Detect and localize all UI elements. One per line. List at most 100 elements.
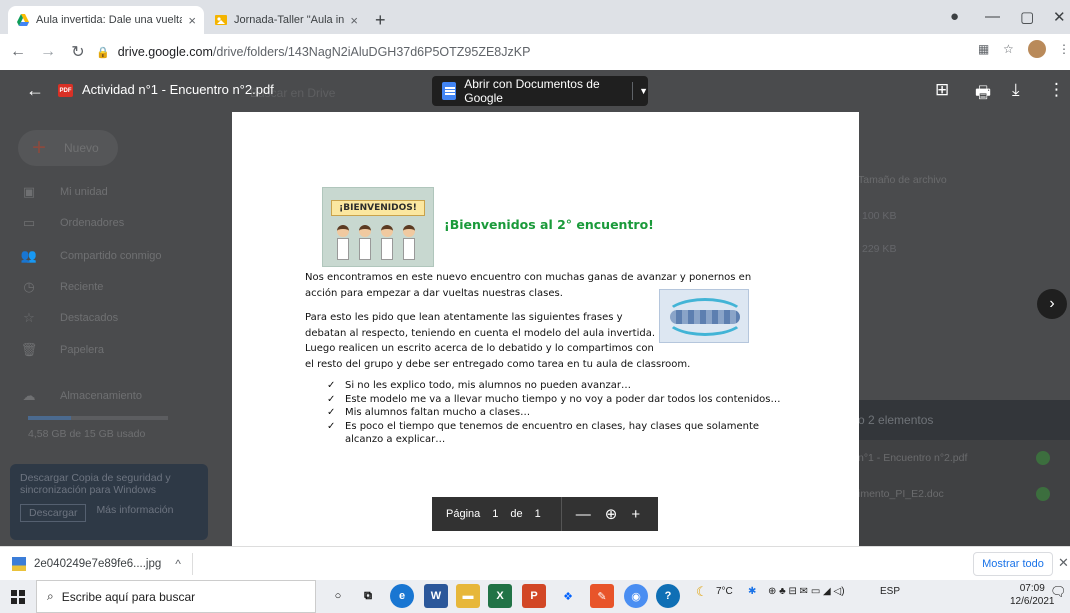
divider	[192, 553, 193, 575]
search-placeholder: Escribe aquí para buscar	[61, 589, 196, 604]
image-file-icon	[12, 556, 26, 571]
bullet-text: Es poco el tiempo que tenemos de encuent…	[345, 420, 760, 432]
upload-item-name: n°1 - Encuentro n°2.pdf	[858, 452, 968, 464]
notifications-icon[interactable]: 🗨	[1050, 584, 1067, 600]
tab-jornada-taller[interactable]: Jornada-Taller "Aula invertida: De ×	[206, 6, 366, 34]
storage-bar-fill	[28, 416, 72, 420]
tab-close-icon[interactable]: ×	[188, 13, 196, 28]
weather-moon-icon[interactable]: ☾	[696, 584, 708, 600]
new-tab-button[interactable]: +	[375, 10, 386, 31]
excel-icon[interactable]: X	[488, 584, 512, 608]
sidebar-item-label: Almacenamiento	[60, 390, 142, 402]
show-all-downloads-button[interactable]: Mostrar todo	[973, 552, 1053, 576]
page-current[interactable]: 1	[492, 508, 498, 520]
tab-close-icon[interactable]: ×	[350, 13, 358, 28]
temperature: 7°C	[716, 586, 733, 597]
viewer-back-icon[interactable]: ←	[26, 80, 44, 101]
maximize-button[interactable]: ▢	[1020, 8, 1034, 26]
open-with-button[interactable]: Abrir con Documentos de Google ▼	[432, 76, 648, 106]
download-shelf: 2e040249e7e89fe6....jpg ^ Mostrar todo ✕	[0, 546, 1070, 580]
download-file-name[interactable]: 2e040249e7e89fe6....jpg	[34, 558, 161, 570]
taskbar-search-input[interactable]: ⌕ Escribe aquí para buscar	[36, 580, 316, 613]
word-icon[interactable]: W	[424, 584, 448, 608]
tab-title: Aula invertida: Dale una vuelta a	[36, 14, 183, 26]
sidebar-item-label: Papelera	[60, 344, 105, 356]
edge-icon[interactable]: e	[390, 584, 414, 608]
sidebar-item-destacados: ☆ Destacados	[20, 310, 118, 326]
add-to-drive-icon[interactable]: ⊞	[935, 80, 949, 100]
dropdown-caret-icon[interactable]: ▼	[639, 86, 648, 96]
bookmark-star-icon[interactable]: ☆	[1003, 42, 1014, 56]
check-icon: ✓	[327, 393, 336, 405]
check-circle-icon	[1036, 451, 1050, 465]
download-icon[interactable]: ⤓	[1012, 80, 1020, 100]
welcome-illustration: ¡BIENVENIDOS!	[322, 187, 434, 267]
zoom-icon[interactable]: ⊕	[605, 505, 618, 523]
storage-bar	[28, 416, 168, 420]
dropbox-icon[interactable]: ❖	[556, 584, 580, 608]
url-host: drive.google.com	[117, 45, 213, 59]
system-tray-icons[interactable]: ⊕ ♣ ⊟ ✉ ▭ ◢ ◁)	[768, 586, 845, 597]
welcome-banner: ¡BIENVENIDOS!	[331, 200, 425, 216]
page-total: 1	[534, 508, 541, 520]
promo-more-info-link: Más información	[96, 504, 174, 516]
sidebar-item-label: Mi unidad	[60, 186, 108, 198]
zoom-out-button[interactable]: —	[576, 506, 591, 523]
tab-aula-invertida[interactable]: Aula invertida: Dale una vuelta a ×	[8, 6, 204, 34]
close-window-button[interactable]: ✕	[1053, 8, 1066, 26]
profile-dot-icon[interactable]: ●	[950, 8, 959, 25]
menu-kebab-icon[interactable]: ⋮	[1058, 42, 1070, 56]
powerpoint-icon[interactable]: P	[522, 584, 546, 608]
browser-toolbar: ← → ↻ 🔒 drive.google.com /drive/folders/…	[0, 34, 1070, 70]
paragraph-instructions: Para esto les pido que lean atentamente …	[305, 310, 690, 372]
plus-icon: +	[32, 134, 47, 161]
sidebar-item-label: Destacados	[60, 312, 119, 324]
clock[interactable]: 07:09 12/6/2021	[1010, 582, 1055, 608]
close-shelf-icon[interactable]: ✕	[1058, 555, 1069, 571]
sidebar-item-mi-unidad: ▣ Mi unidad	[20, 184, 108, 200]
windows-start-button[interactable]	[0, 580, 36, 613]
paragraph-line: Nos encontramos en este nuevo encuentro …	[305, 272, 752, 283]
avatar[interactable]	[1028, 40, 1046, 58]
check-icon: ✓	[327, 380, 336, 391]
forward-icon[interactable]: →	[36, 43, 60, 61]
file-size: 229 KB	[862, 243, 897, 255]
person-figure	[337, 225, 349, 260]
file-explorer-icon[interactable]: ▬	[456, 584, 480, 608]
star-icon: ☆	[23, 310, 35, 325]
minimize-button[interactable]: —	[985, 8, 1000, 25]
person-figure	[403, 225, 415, 260]
chevron-up-icon[interactable]: ^	[175, 557, 181, 571]
clock-date: 12/6/2021	[1010, 596, 1055, 607]
people-icon: 👥	[20, 248, 38, 263]
more-options-icon[interactable]: ⋮	[1048, 80, 1065, 100]
print-icon[interactable]: 🖶	[975, 80, 991, 109]
bullet-text: Si no les explico todo, mis alumnos no p…	[345, 380, 631, 391]
next-file-button[interactable]: ›	[1037, 289, 1067, 319]
google-docs-icon	[442, 82, 457, 100]
google-drive-icon	[17, 14, 29, 26]
person-figure	[359, 225, 371, 260]
sidebar-item-ordenadores: ▭ Ordenadores	[20, 215, 124, 231]
bullet-item: ✓ Es poco el tiempo que tenemos de encuen…	[327, 420, 787, 434]
task-view-icon[interactable]: ⧉	[356, 584, 380, 608]
bluetooth-icon[interactable]: ✱	[748, 586, 756, 597]
bullet-text: alcanzo a explicar…	[345, 434, 446, 446]
backup-promo: Descargar Copia de seguridad y sincroniz…	[10, 464, 208, 540]
paint-icon[interactable]: ✎	[590, 584, 614, 608]
help-icon[interactable]: ?	[656, 584, 680, 608]
address-bar[interactable]: 🔒 drive.google.com /drive/folders/143Nag…	[96, 39, 946, 65]
language-indicator[interactable]: ESP	[880, 586, 900, 597]
qr-code-icon[interactable]: ▦	[978, 42, 989, 56]
back-icon[interactable]: ←	[6, 43, 30, 61]
promo-text: Descargar Copia de seguridad y sincroniz…	[20, 472, 171, 496]
clock-time: 07:09	[1019, 583, 1045, 594]
open-with-label: Abrir con Documentos de Google	[464, 77, 600, 105]
zoom-in-button[interactable]: +	[631, 506, 640, 523]
cortana-icon[interactable]: ○	[326, 584, 350, 608]
chrome-icon[interactable]: ◉	[624, 584, 648, 608]
reload-icon[interactable]: ↻	[66, 42, 90, 62]
paragraph-line: Para esto les pido que lean atentamente …	[305, 312, 623, 323]
bullet-text: Este modelo me va a llevar mucho tiempo …	[345, 393, 781, 405]
bullet-text: Mis alumnos faltan mucho a clases…	[345, 407, 531, 419]
